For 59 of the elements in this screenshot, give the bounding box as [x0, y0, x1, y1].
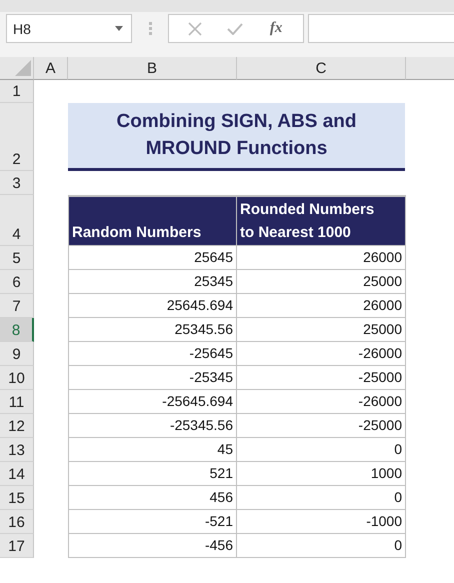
column-header[interactable]: A — [34, 57, 68, 80]
table-cell: -25345.56 — [68, 414, 237, 438]
table-header-cell: Rounded Numbers to Nearest 1000 — [237, 195, 406, 246]
row-header[interactable]: 4 — [0, 195, 34, 246]
table-header-cell: Random Numbers — [68, 195, 237, 246]
table-cell: 0 — [237, 486, 406, 510]
row-header[interactable]: 12 — [0, 414, 34, 438]
cell-reference: H8 — [13, 20, 31, 36]
formula-input[interactable] — [308, 14, 454, 43]
table-cell: 0 — [237, 534, 406, 558]
row-header[interactable]: 13 — [0, 438, 34, 462]
table-cell: 456 — [68, 486, 237, 510]
table-cell: -26000 — [237, 342, 406, 366]
row-header[interactable]: 9 — [0, 342, 34, 366]
row-header[interactable]: 10 — [0, 366, 34, 390]
table-cell: -25000 — [237, 366, 406, 390]
table-cell: 521 — [68, 462, 237, 486]
table-cell: 0 — [237, 438, 406, 462]
table-cell: 25000 — [237, 318, 406, 342]
row-header[interactable]: 16 — [0, 510, 34, 534]
table-cell: -521 — [68, 510, 237, 534]
table-cell: 25345 — [68, 270, 237, 294]
column-header[interactable]: C — [237, 57, 406, 80]
row-header[interactable]: 3 — [0, 171, 34, 195]
row-header[interactable]: 8 — [0, 318, 34, 342]
table-cell: -25645 — [68, 342, 237, 366]
select-all-icon[interactable] — [15, 60, 31, 76]
row-header[interactable]: 11 — [0, 390, 34, 414]
column-header[interactable] — [406, 57, 454, 80]
row-header[interactable]: 7 — [0, 294, 34, 318]
insert-function-button[interactable]: fx — [268, 20, 284, 37]
table-cell: 25000 — [237, 270, 406, 294]
row-header[interactable]: 6 — [0, 270, 34, 294]
row-header[interactable]: 17 — [0, 534, 34, 558]
table-cell: -26000 — [237, 390, 406, 414]
row-header[interactable]: 14 — [0, 462, 34, 486]
column-header[interactable]: B — [68, 57, 237, 80]
table-cell: -25345 — [68, 366, 237, 390]
cancel-icon[interactable] — [188, 22, 202, 36]
table-cell: 1000 — [237, 462, 406, 486]
table-cell: -456 — [68, 534, 237, 558]
sheet-title: Combining SIGN, ABS and MROUND Functions — [68, 103, 405, 171]
name-box[interactable]: H8 — [6, 14, 132, 43]
row-header[interactable]: 5 — [0, 246, 34, 270]
table-cell: -25645.694 — [68, 390, 237, 414]
table-cell: 26000 — [237, 246, 406, 270]
row-header[interactable]: 2 — [0, 103, 34, 171]
grip-icon — [149, 22, 152, 35]
table-cell: 26000 — [237, 294, 406, 318]
table-cell: 45 — [68, 438, 237, 462]
row-header[interactable]: 15 — [0, 486, 34, 510]
table-cell: 25345.56 — [68, 318, 237, 342]
table-cell: -25000 — [237, 414, 406, 438]
table-cell: 25645.694 — [68, 294, 237, 318]
table-cell: -1000 — [237, 510, 406, 534]
checkmark-icon[interactable] — [226, 22, 243, 34]
row-header[interactable]: 1 — [0, 80, 34, 103]
table-cell: 25645 — [68, 246, 237, 270]
caret-icon[interactable] — [115, 26, 123, 31]
